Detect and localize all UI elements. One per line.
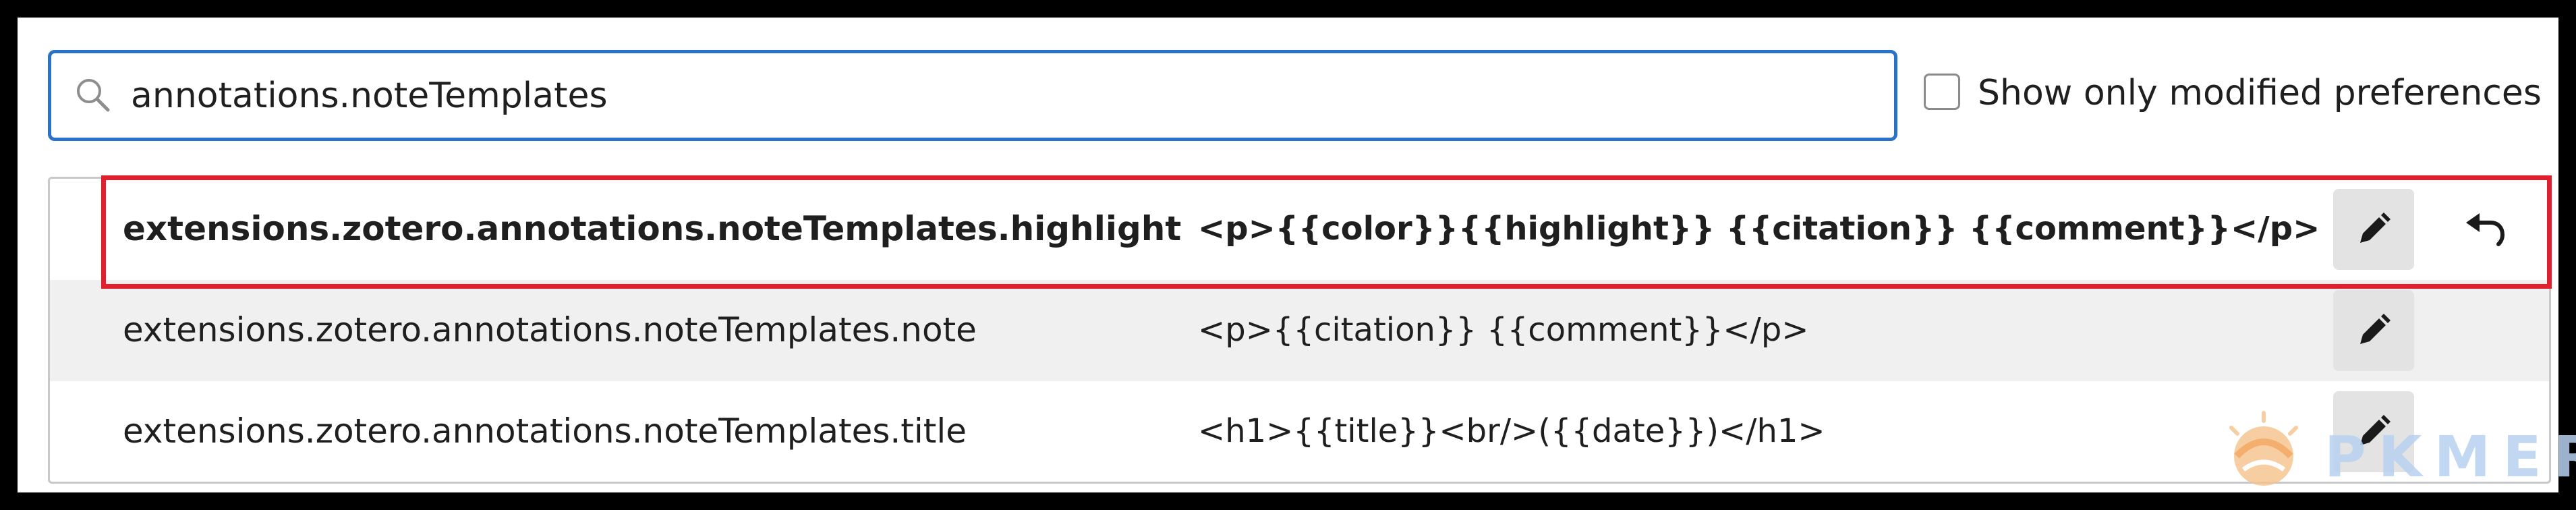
- undo-icon: [2466, 213, 2505, 246]
- show-modified-label: Show only modified preferences: [1978, 73, 2542, 113]
- pref-value: <h1>{{title}}<br/>({{date}})</h1>: [1198, 412, 1825, 450]
- pref-row-highlight[interactable]: extensions.zotero.annotations.noteTempla…: [50, 179, 2549, 280]
- pref-name: extensions.zotero.annotations.noteTempla…: [123, 310, 977, 349]
- reset-button[interactable]: [2444, 189, 2525, 270]
- search-icon: [77, 79, 110, 112]
- pref-row-note[interactable]: extensions.zotero.annotations.noteTempla…: [50, 280, 2549, 381]
- search-input[interactable]: [131, 65, 1871, 126]
- pref-name: extensions.zotero.annotations.noteTempla…: [123, 412, 967, 451]
- edit-button[interactable]: [2333, 189, 2414, 270]
- show-modified-checkbox[interactable]: [1924, 74, 1960, 110]
- edit-button[interactable]: [2333, 290, 2414, 371]
- edit-button[interactable]: [2333, 391, 2414, 472]
- pencil-icon: [2360, 213, 2391, 243]
- search-box[interactable]: [48, 50, 1897, 141]
- pref-row-title[interactable]: extensions.zotero.annotations.noteTempla…: [50, 381, 2549, 482]
- pref-value: <p>{{citation}} {{comment}}</p>: [1198, 311, 1809, 349]
- pref-name: extensions.zotero.annotations.noteTempla…: [123, 209, 1182, 248]
- preferences-table: extensions.zotero.annotations.noteTempla…: [48, 177, 2551, 484]
- about-config-panel: Show only modified preferences extension…: [18, 18, 2576, 492]
- pref-value: <p>{{color}}{{highlight}} {{citation}} {…: [1198, 210, 2320, 248]
- pencil-icon: [2360, 314, 2391, 344]
- pencil-icon: [2360, 415, 2391, 445]
